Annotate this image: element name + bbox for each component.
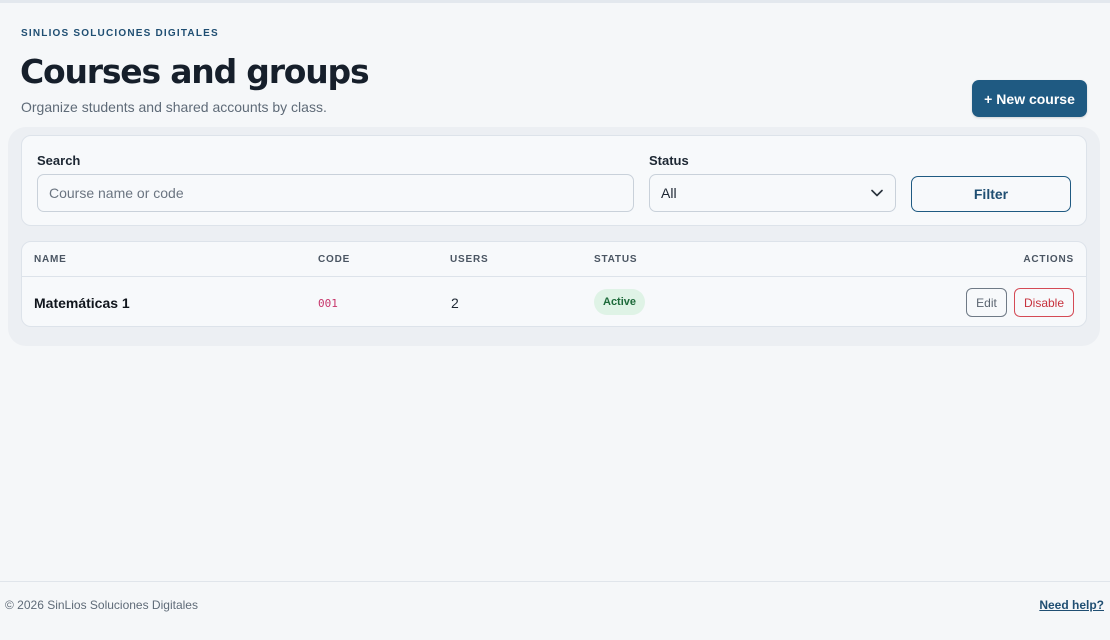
column-header-users: USERS bbox=[450, 254, 489, 265]
new-course-label: New course bbox=[996, 90, 1075, 107]
courses-table: NAME CODE USERS STATUS ACTIONS Matemátic… bbox=[21, 241, 1087, 327]
footer-copyright: © 2026 SinLios Soluciones Digitales bbox=[5, 598, 198, 612]
filter-card: Search Status All Filter bbox=[21, 135, 1087, 226]
footer-divider bbox=[0, 581, 1110, 582]
page-title: Courses and groups bbox=[20, 52, 370, 91]
course-name: Matemáticas 1 bbox=[34, 295, 130, 311]
top-rule bbox=[0, 0, 1110, 3]
table-header-divider bbox=[22, 276, 1086, 277]
course-code: 001 bbox=[318, 297, 338, 310]
status-select-value: All bbox=[661, 185, 677, 201]
filter-button[interactable]: Filter bbox=[911, 176, 1071, 212]
column-header-actions: ACTIONS bbox=[1023, 254, 1074, 265]
column-header-status: STATUS bbox=[594, 254, 638, 265]
status-label: Status bbox=[649, 153, 689, 168]
brand-label: SINLIOS SOLUCIONES DIGITALES bbox=[21, 28, 219, 39]
chevron-down-icon bbox=[871, 187, 883, 199]
column-header-code: CODE bbox=[318, 254, 351, 265]
status-select[interactable]: All bbox=[649, 174, 896, 212]
edit-button[interactable]: Edit bbox=[966, 288, 1007, 317]
disable-button[interactable]: Disable bbox=[1014, 288, 1074, 317]
search-label: Search bbox=[37, 153, 81, 168]
plus-icon: + bbox=[984, 90, 993, 107]
page-subtitle: Organize students and shared accounts by… bbox=[21, 99, 327, 115]
column-header-name: NAME bbox=[34, 254, 67, 265]
help-link[interactable]: Need help? bbox=[1039, 598, 1104, 612]
search-input[interactable] bbox=[37, 174, 634, 212]
course-users-count: 2 bbox=[451, 295, 459, 311]
new-course-button[interactable]: + New course bbox=[972, 80, 1087, 117]
status-badge: Active bbox=[594, 289, 646, 315]
